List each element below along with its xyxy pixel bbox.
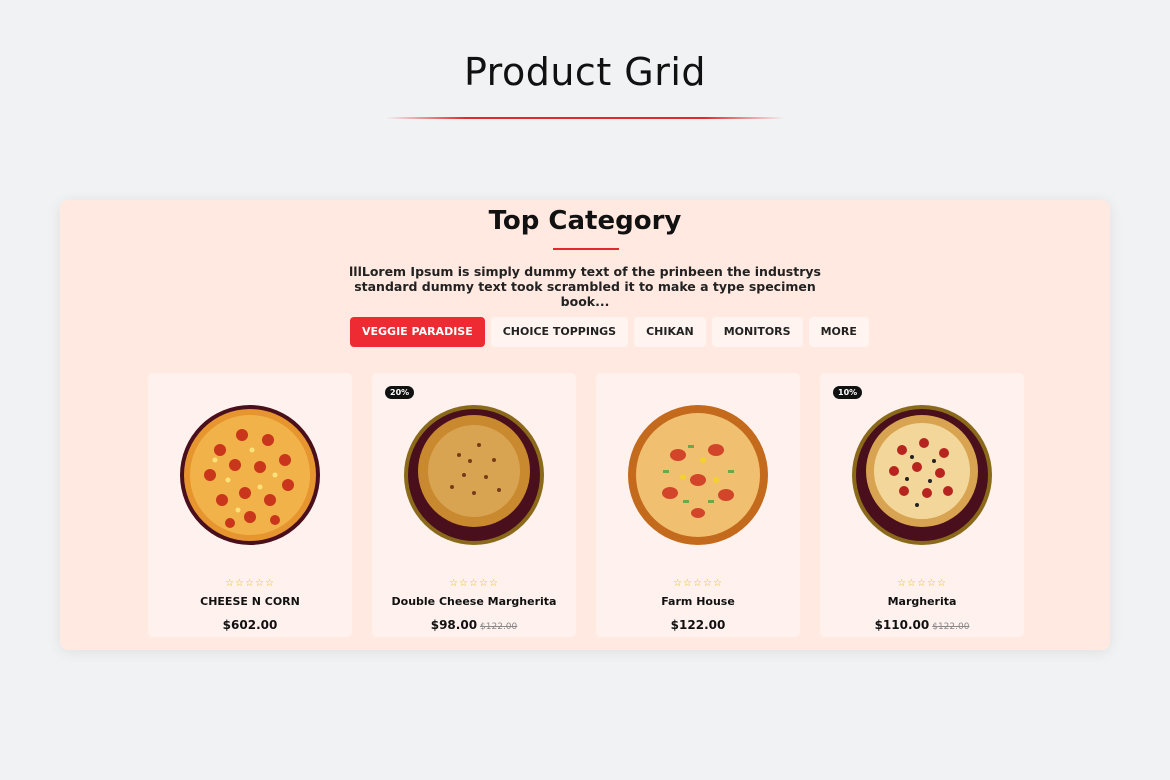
price-row: $602.00 xyxy=(148,614,352,633)
product-name[interactable]: Margherita xyxy=(820,595,1024,608)
product-card[interactable]: ☆☆☆☆☆ Farm House $122.00 xyxy=(596,373,800,637)
product-price: $110.00 xyxy=(874,618,930,632)
category-tabs: VEGGIE PARADISE CHOICE TOPPINGS CHIKAN M… xyxy=(350,317,869,347)
rating-stars: ☆☆☆☆☆ xyxy=(449,578,499,589)
top-category-panel: Top Category lllLorem Ipsum is simply du… xyxy=(60,200,1110,650)
title-divider xyxy=(386,117,784,119)
pizza-image[interactable] xyxy=(852,405,992,545)
product-old-price: $122.00 xyxy=(480,622,518,632)
tab-choice-toppings[interactable]: CHOICE TOPPINGS xyxy=(490,317,629,347)
product-old-price: $122.00 xyxy=(932,622,970,632)
tab-veggie-paradise[interactable]: VEGGIE PARADISE xyxy=(350,317,485,347)
discount-badge: 10% xyxy=(833,386,863,399)
product-name[interactable]: Farm House xyxy=(596,595,800,608)
price-row: $98.00 $122.00 xyxy=(372,614,576,633)
discount-badge: 20% xyxy=(385,386,415,399)
product-name[interactable]: CHEESE N CORN xyxy=(148,595,352,608)
section-description-line: standard dummy text took scrambled it to… xyxy=(354,279,816,309)
section-description: lllLorem Ipsum is simply dummy text of t… xyxy=(335,264,835,309)
rating-stars: ☆☆☆☆☆ xyxy=(897,578,947,589)
rating-stars: ☆☆☆☆☆ xyxy=(225,578,275,589)
section-divider xyxy=(553,248,619,250)
product-card[interactable]: 20% ☆☆☆☆☆ Double Cheese Margherita $98.0… xyxy=(372,373,576,637)
product-card[interactable]: 10% ☆☆☆☆☆ Margherita $110.00 $122.00 xyxy=(820,373,1024,637)
product-name[interactable]: Double Cheese Margherita xyxy=(372,595,576,608)
pizza-image[interactable] xyxy=(404,405,544,545)
tab-monitors[interactable]: MONITORS xyxy=(711,317,803,347)
tab-more[interactable]: MORE xyxy=(808,317,869,347)
product-price: $122.00 xyxy=(670,618,726,632)
section-title: Top Category xyxy=(488,206,682,236)
page-title: Product Grid xyxy=(463,50,707,94)
section-description-line: lllLorem Ipsum is simply dummy text of t… xyxy=(349,264,821,279)
price-row: $122.00 xyxy=(596,614,800,633)
product-card[interactable]: ☆☆☆☆☆ CHEESE N CORN $602.00 xyxy=(148,373,352,637)
pizza-image[interactable] xyxy=(180,405,320,545)
product-price: $98.00 xyxy=(430,618,478,632)
tab-chikan[interactable]: CHIKAN xyxy=(634,317,706,347)
rating-stars: ☆☆☆☆☆ xyxy=(673,578,723,589)
product-price: $602.00 xyxy=(222,618,278,632)
price-row: $110.00 $122.00 xyxy=(820,614,1024,633)
pizza-image[interactable] xyxy=(628,405,768,545)
